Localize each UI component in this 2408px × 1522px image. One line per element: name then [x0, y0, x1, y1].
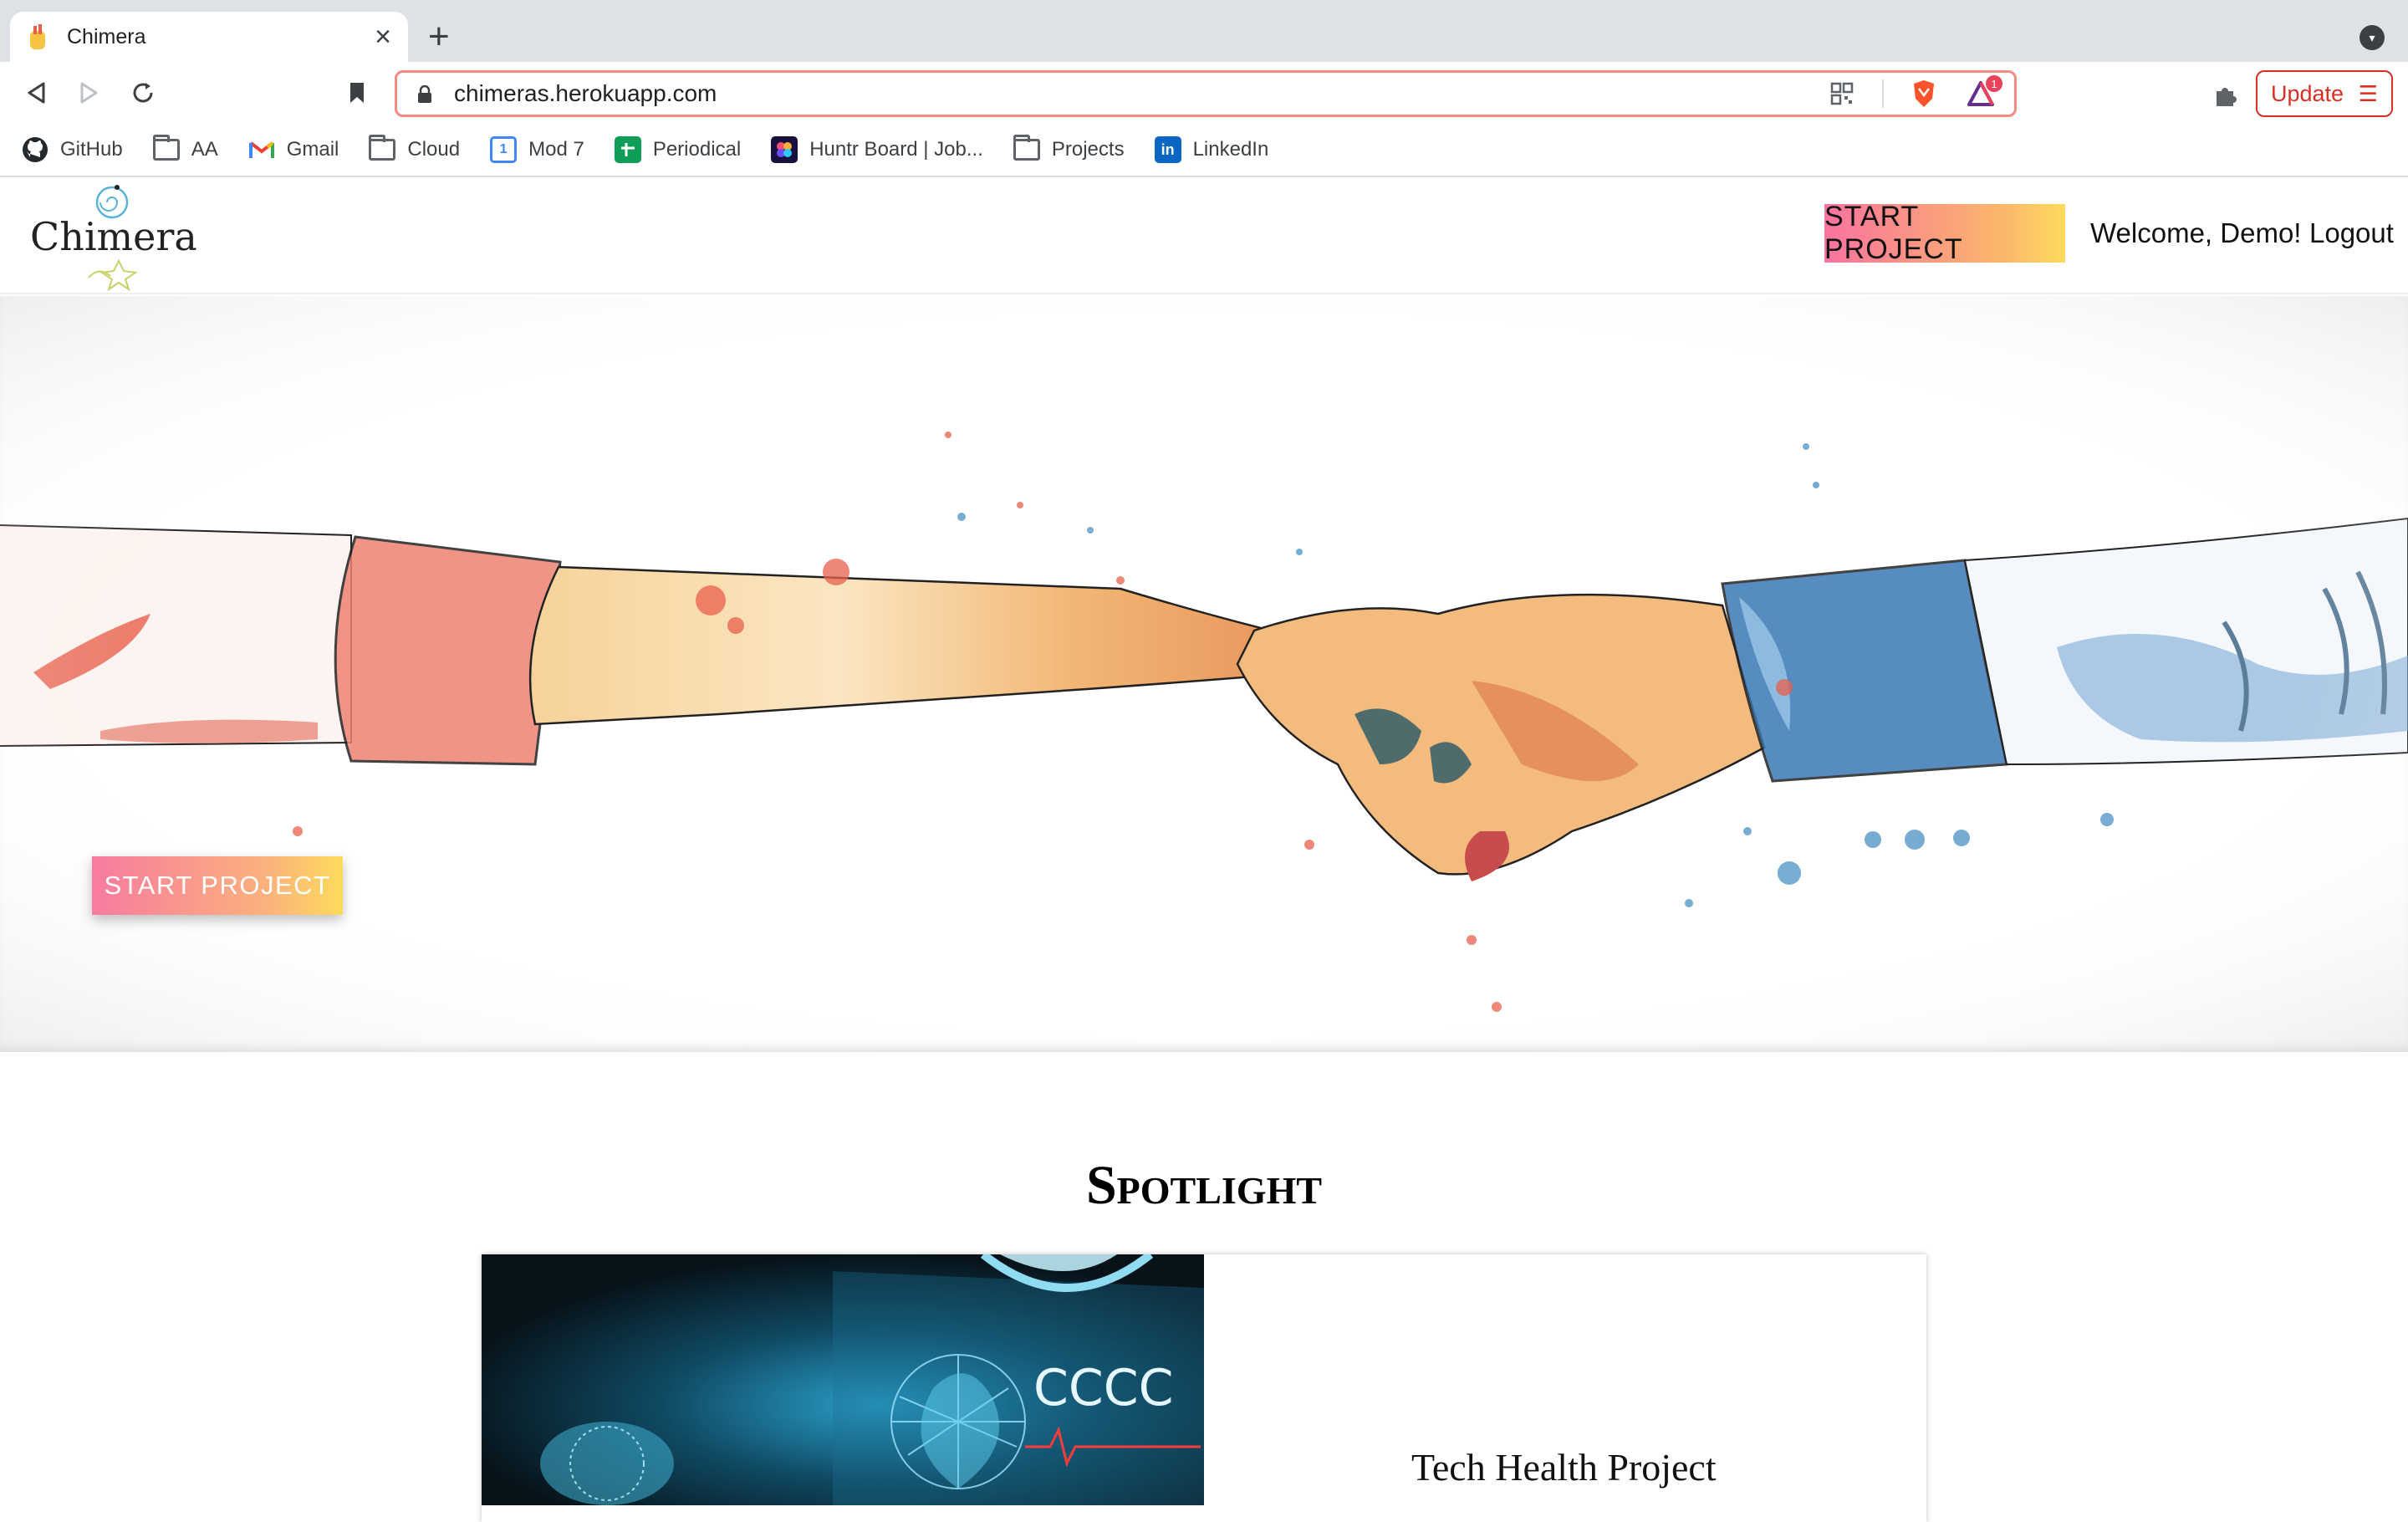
bookmark-label: GitHub — [60, 138, 123, 161]
update-button[interactable]: Update ☰ — [2256, 70, 2393, 117]
bookmarks-bar: GitHub AA Gmail Cloud 1 Mod 7 Periodical… — [0, 124, 2408, 177]
calendar-icon: 1 — [490, 136, 518, 163]
folder-icon — [369, 135, 396, 161]
bookmark-label: Mod 7 — [528, 138, 584, 161]
header-start-project-button[interactable]: START PROJECT — [1824, 201, 2065, 265]
rewards-badge: 1 — [1986, 75, 2002, 92]
brave-rewards-icon[interactable]: 1 — [1964, 75, 2002, 110]
huntr-icon — [771, 136, 798, 163]
chimera-logo[interactable]: Chimera — [30, 179, 197, 294]
reload-icon[interactable] — [124, 74, 162, 112]
site-header: Chimera START PROJECT Welcome, Demo! Log… — [0, 179, 2408, 294]
hero-start-project-button[interactable]: START PROJECT — [92, 856, 343, 915]
forward-icon[interactable] — [70, 74, 109, 112]
bookmark-github[interactable]: GitHub — [22, 136, 123, 163]
tab-search-icon[interactable]: ▾ — [2360, 25, 2385, 50]
folder-icon — [152, 135, 180, 161]
browser-tab[interactable]: Chimera × — [10, 12, 408, 62]
url-text: chimeras.herokuapp.com — [454, 80, 717, 106]
bookmark-label: AA — [191, 138, 218, 161]
spotlight-heading: Spotlight — [1085, 1155, 1323, 1216]
qr-code-icon[interactable] — [1825, 77, 1859, 110]
spotlight-card-image: CCCC — [482, 1254, 1204, 1505]
brave-shield-icon[interactable] — [1907, 77, 1941, 110]
back-icon[interactable] — [17, 74, 55, 112]
extensions-puzzle-icon[interactable] — [2209, 79, 2242, 112]
tech-health-image: CCCC — [482, 1254, 1204, 1505]
screen-glyphs: CCCC — [1033, 1359, 1174, 1417]
sheets-icon — [614, 136, 641, 163]
github-icon — [22, 136, 48, 163]
bookmark-label: Cloud — [407, 138, 461, 161]
bookmark-label: Projects — [1051, 138, 1125, 161]
new-tab-icon[interactable]: + — [428, 18, 450, 55]
bookmark-cloud[interactable]: Cloud — [369, 135, 461, 161]
welcome-text: Welcome, Demo! — [2090, 217, 2302, 248]
logo-text: Chimera — [30, 214, 197, 259]
update-label: Update — [2271, 80, 2344, 106]
bookmark-aa[interactable]: AA — [152, 135, 218, 161]
logout-link[interactable]: Logout — [2309, 217, 2394, 249]
bookmark-huntr[interactable]: Huntr Board | Job... — [771, 136, 983, 163]
gmail-icon — [248, 136, 275, 163]
folder-icon — [1013, 135, 1040, 161]
browser-tabstrip: Chimera × + ▾ — [0, 0, 2408, 62]
bookmark-label: Gmail — [286, 138, 339, 161]
chimera-favicon-icon — [30, 24, 45, 49]
spotlight-card[interactable]: CCCC Tech Health Project — [482, 1254, 1926, 1522]
handshake-illustration — [0, 296, 2408, 1052]
browser-toolbar: chimeras.herokuapp.com 1 Update ☰ — [0, 62, 2408, 124]
close-tab-icon[interactable]: × — [375, 23, 391, 51]
bookmark-gmail[interactable]: Gmail — [248, 136, 339, 163]
hero-banner: START PROJECT — [0, 296, 2408, 1052]
bookmark-icon[interactable] — [338, 74, 376, 112]
linkedin-icon: in — [1154, 136, 1181, 163]
bookmark-label: Periodical — [652, 138, 742, 161]
spotlight-card-title[interactable]: Tech Health Project — [1411, 1445, 1717, 1489]
menu-icon: ☰ — [2358, 80, 2378, 106]
bookmark-projects[interactable]: Projects — [1013, 135, 1125, 161]
bookmark-periodical[interactable]: Periodical — [614, 136, 742, 163]
tab-title: Chimera — [67, 24, 146, 49]
bookmark-linkedin[interactable]: in LinkedIn — [1154, 136, 1269, 163]
bookmark-mod7[interactable]: 1 Mod 7 — [490, 136, 584, 163]
bookmark-label: Huntr Board | Job... — [809, 138, 983, 161]
lock-icon — [417, 84, 432, 103]
address-bar[interactable]: chimeras.herokuapp.com 1 — [395, 70, 2017, 117]
bookmark-label: LinkedIn — [1192, 138, 1269, 161]
